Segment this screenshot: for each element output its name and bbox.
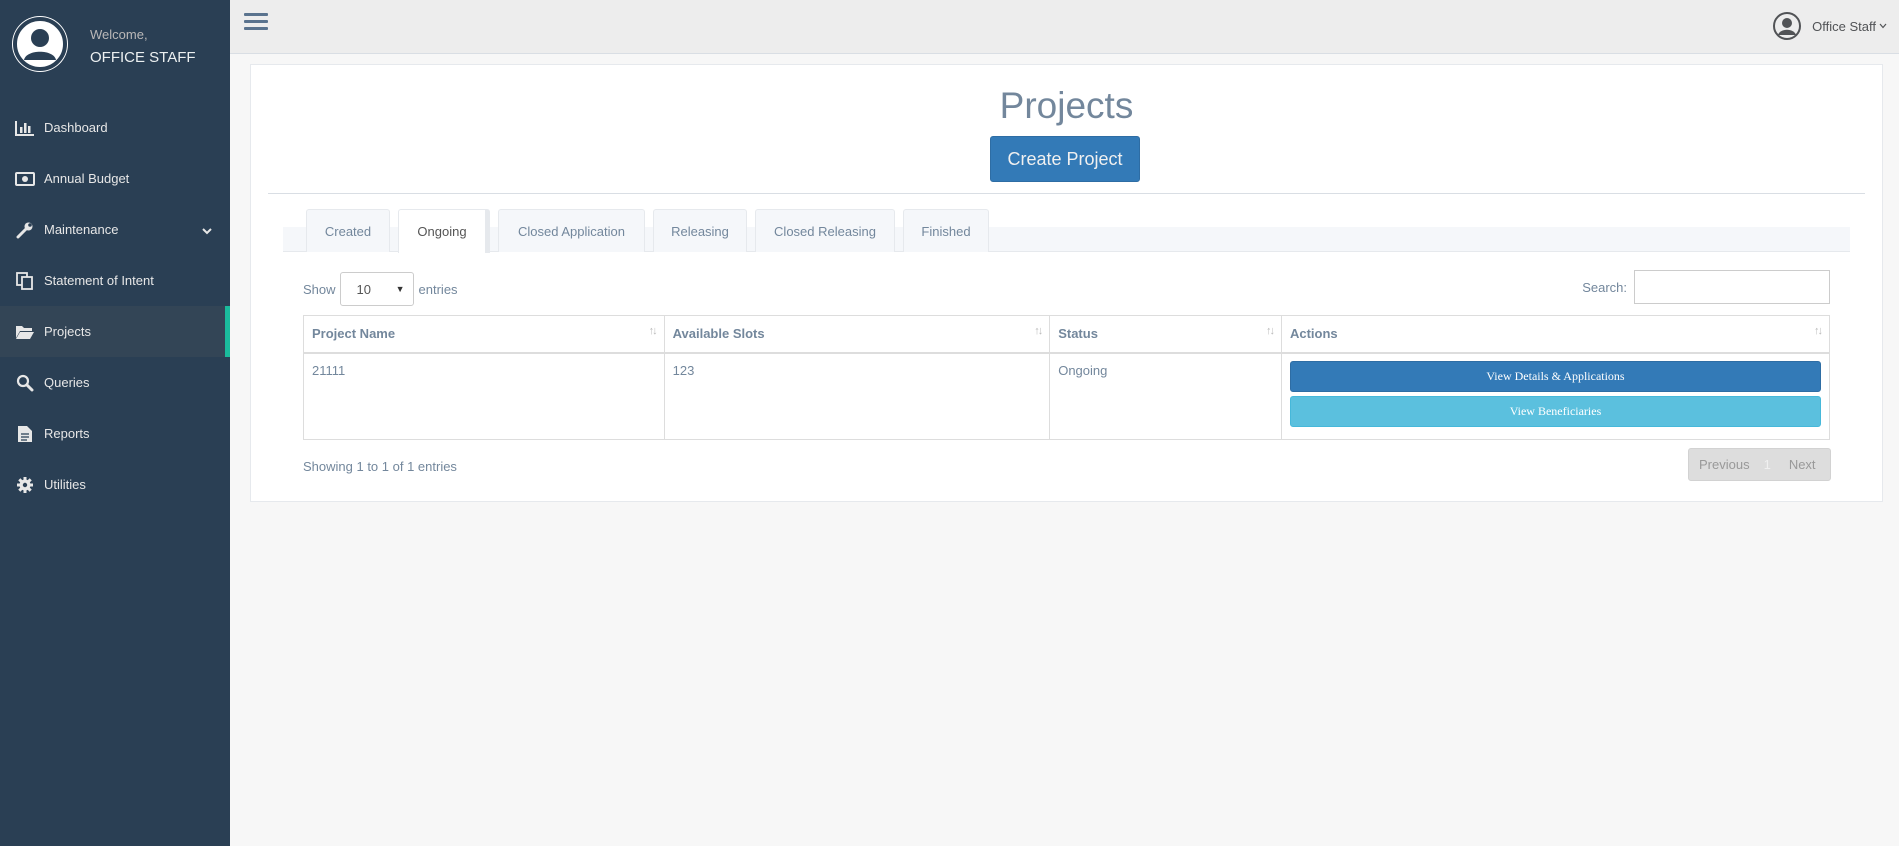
entries-select-value: 10 bbox=[356, 281, 371, 297]
welcome-text: Welcome, bbox=[90, 27, 148, 42]
column-header-label: Status bbox=[1058, 326, 1098, 342]
column-header-label: Project Name bbox=[312, 326, 396, 342]
sidebar-item-label: Reports bbox=[44, 426, 90, 441]
user-avatar-icon bbox=[12, 16, 68, 72]
cell-project-name: 21111 bbox=[303, 352, 665, 440]
sidebar-item-statement-of-intent[interactable]: Statement of Intent bbox=[0, 255, 230, 306]
pagination: Previous 1 Next bbox=[1688, 448, 1831, 481]
bar-chart-icon bbox=[14, 118, 36, 138]
tab-ongoing[interactable]: Ongoing bbox=[398, 209, 490, 253]
sidebar-item-dashboard[interactable]: Dashboard bbox=[0, 102, 230, 153]
entries-select[interactable]: 10 ▼ bbox=[339, 272, 414, 306]
sidebar-item-utilities[interactable]: Utilities bbox=[0, 459, 230, 510]
gear-icon bbox=[14, 475, 36, 495]
entries-label: entries bbox=[418, 281, 458, 297]
chevron-down-icon bbox=[202, 223, 212, 238]
table-header-row: Project Name ↑↓ Available Slots ↑↓ Status ↑… bbox=[303, 315, 1831, 354]
table-info: Showing 1 to 1 of 1 entries bbox=[303, 459, 457, 474]
sidebar-item-label: Utilities bbox=[44, 477, 86, 492]
money-icon bbox=[14, 169, 36, 189]
cell-actions: View Details & Applications View Benefic… bbox=[1280, 352, 1831, 440]
page-title: Projects bbox=[999, 85, 1134, 126]
page-number-button[interactable]: 1 bbox=[1764, 457, 1771, 472]
next-page-button[interactable]: Next bbox=[1789, 457, 1816, 472]
sidebar-item-label: Queries bbox=[44, 375, 90, 390]
sidebar: Welcome, OFFICE STAFF Dashboard Annual B… bbox=[0, 0, 230, 846]
sidebar-item-label: Annual Budget bbox=[44, 171, 130, 186]
sort-icon: ↑↓ bbox=[1814, 325, 1823, 337]
sidebar-item-maintenance[interactable]: Maintenance bbox=[0, 204, 230, 255]
create-project-button[interactable]: Create Project bbox=[990, 136, 1140, 182]
entries-length-control: Show 10 ▼ entries bbox=[303, 272, 458, 306]
column-header-actions[interactable]: Actions ↑↓ bbox=[1280, 315, 1831, 354]
caret-down-icon: ▼ bbox=[395, 284, 405, 294]
sidebar-item-reports[interactable]: Reports bbox=[0, 408, 230, 459]
search-label: Search: bbox=[1582, 279, 1627, 295]
table-search: Search: bbox=[1582, 270, 1830, 304]
tab-created[interactable]: Created bbox=[306, 209, 390, 252]
username: OFFICE STAFF bbox=[90, 49, 196, 66]
profile-block: Welcome, OFFICE STAFF bbox=[0, 0, 230, 90]
sidebar-item-annual-budget[interactable]: Annual Budget bbox=[0, 153, 230, 204]
top-navbar: Office Staff bbox=[230, 0, 1899, 54]
sidebar-item-label: Dashboard bbox=[44, 120, 108, 135]
previous-page-button[interactable]: Previous bbox=[1699, 457, 1750, 472]
column-header-available-slots[interactable]: Available Slots ↑↓ bbox=[663, 315, 1051, 354]
sidebar-item-projects[interactable]: Projects bbox=[0, 306, 230, 357]
projects-panel: Projects Create Project Created Ongoing … bbox=[250, 64, 1883, 502]
sidebar-menu: Dashboard Annual Budget Maintenance Stat… bbox=[0, 102, 230, 510]
sidebar-item-queries[interactable]: Queries bbox=[0, 357, 230, 408]
sidebar-item-label: Projects bbox=[44, 324, 91, 339]
file-text-icon bbox=[14, 424, 36, 444]
column-header-label: Actions bbox=[1289, 326, 1338, 342]
search-input[interactable] bbox=[1634, 270, 1830, 304]
caret-down-icon bbox=[1879, 21, 1887, 31]
tab-closed-releasing[interactable]: Closed Releasing bbox=[755, 209, 895, 252]
table-row: 21111 123 Ongoing View Details & Applica… bbox=[303, 352, 1831, 440]
sidebar-item-label: Statement of Intent bbox=[44, 273, 154, 288]
copy-icon bbox=[14, 271, 36, 291]
user-menu-label: Office Staff bbox=[1812, 18, 1876, 34]
column-header-project-name[interactable]: Project Name ↑↓ bbox=[303, 315, 665, 354]
hamburger-menu-icon[interactable] bbox=[244, 13, 268, 37]
cell-status: Ongoing bbox=[1049, 352, 1282, 440]
show-label: Show bbox=[303, 281, 336, 297]
cell-available-slots: 123 bbox=[663, 352, 1051, 440]
wrench-icon bbox=[14, 220, 36, 240]
sort-icon: ↑↓ bbox=[1265, 325, 1275, 337]
user-menu-dropdown[interactable]: Office Staff bbox=[1772, 10, 1887, 42]
tab-releasing[interactable]: Releasing bbox=[653, 209, 747, 252]
view-details-applications-button[interactable]: View Details & Applications bbox=[1289, 360, 1821, 392]
sidebar-item-label: Maintenance bbox=[44, 222, 119, 237]
projects-table: Project Name ↑↓ Available Slots ↑↓ Status ↑… bbox=[303, 315, 1831, 440]
column-header-status[interactable]: Status ↑↓ bbox=[1049, 315, 1282, 354]
tab-closed-application[interactable]: Closed Application bbox=[498, 209, 645, 252]
sort-icon: ↑↓ bbox=[1034, 325, 1043, 337]
divider bbox=[268, 193, 1865, 194]
folder-open-icon bbox=[14, 322, 36, 342]
sort-icon: ↑↓ bbox=[648, 325, 658, 337]
tab-finished[interactable]: Finished bbox=[903, 209, 989, 252]
search-icon bbox=[14, 373, 36, 393]
column-header-label: Available Slots bbox=[672, 326, 765, 342]
view-beneficiaries-button[interactable]: View Beneficiaries bbox=[1289, 395, 1821, 427]
user-circle-icon bbox=[1772, 11, 1802, 41]
